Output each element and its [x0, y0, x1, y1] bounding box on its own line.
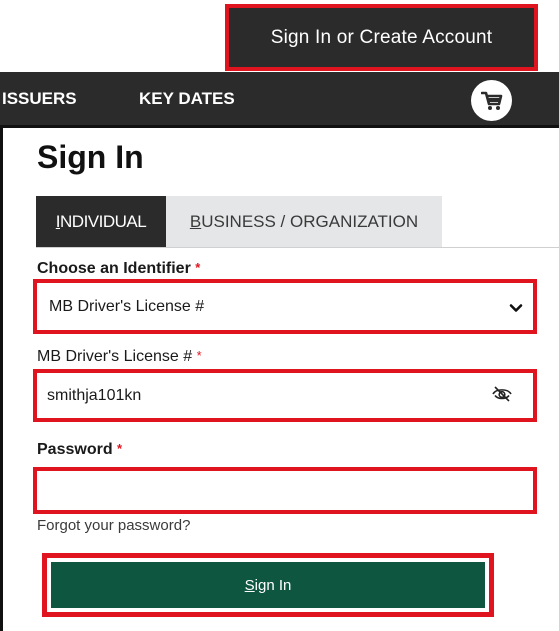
- tab-business-accesskey: B: [189, 212, 202, 231]
- tab-individual[interactable]: I NDIVIDUAL: [36, 196, 166, 248]
- nav-item-issuers[interactable]: ISSUERS: [2, 89, 77, 109]
- required-marker: *: [196, 348, 202, 363]
- account-button-label: Sign In or Create Account: [270, 26, 493, 48]
- required-marker: *: [195, 260, 201, 275]
- license-label: MB Driver's License # *: [37, 348, 202, 366]
- license-input-value: smithja101kn: [47, 386, 142, 404]
- tab-individual-label: NDIVIDUAL: [60, 212, 147, 231]
- nav-item-key-dates[interactable]: KEY DATES: [139, 89, 235, 109]
- password-input[interactable]: [43, 477, 527, 504]
- tab-business-label: USINESS / ORGANIZATION: [201, 212, 419, 231]
- password-input-highlight: [33, 467, 537, 514]
- identifier-select[interactable]: MB Driver's License #: [43, 289, 527, 324]
- sign-in-button-highlight: Sign In: [42, 553, 494, 617]
- tab-business-organization[interactable]: B USINESS / ORGANIZATION: [166, 196, 442, 248]
- identifier-label-text: Choose an Identifier: [37, 260, 191, 277]
- page-title: Sign In: [37, 139, 144, 175]
- password-label: Password *: [37, 441, 122, 459]
- required-marker: *: [117, 441, 123, 456]
- content-top-border: [0, 125, 559, 128]
- shopping-cart-icon[interactable]: [471, 80, 512, 121]
- identifier-label: Choose an Identifier *: [37, 260, 200, 278]
- sign-in-accesskey: S: [244, 576, 255, 594]
- forgot-password-link[interactable]: Forgot your password?: [37, 517, 190, 534]
- eye-slash-icon[interactable]: [491, 385, 513, 403]
- chevron-down-icon: [509, 304, 523, 312]
- identifier-select-highlight: MB Driver's License #: [33, 279, 537, 334]
- content-left-border: [0, 125, 3, 631]
- license-label-text: MB Driver's License #: [37, 348, 193, 365]
- identifier-selected-value: MB Driver's License #: [49, 297, 205, 315]
- password-label-text: Password: [37, 441, 113, 458]
- sign-in-or-create-account-button[interactable]: Sign In or Create Account: [225, 4, 538, 71]
- license-input[interactable]: smithja101kn: [43, 379, 527, 412]
- sign-in-button-label: ign In: [254, 576, 292, 594]
- sign-in-tabs: I NDIVIDUAL B USINESS / ORGANIZATION: [36, 196, 559, 248]
- sign-in-button[interactable]: Sign In: [51, 562, 485, 608]
- main-navigation: ISSUERS KEY DATES: [0, 72, 559, 125]
- license-input-highlight: smithja101kn: [33, 369, 537, 422]
- tab-divider: [36, 247, 559, 248]
